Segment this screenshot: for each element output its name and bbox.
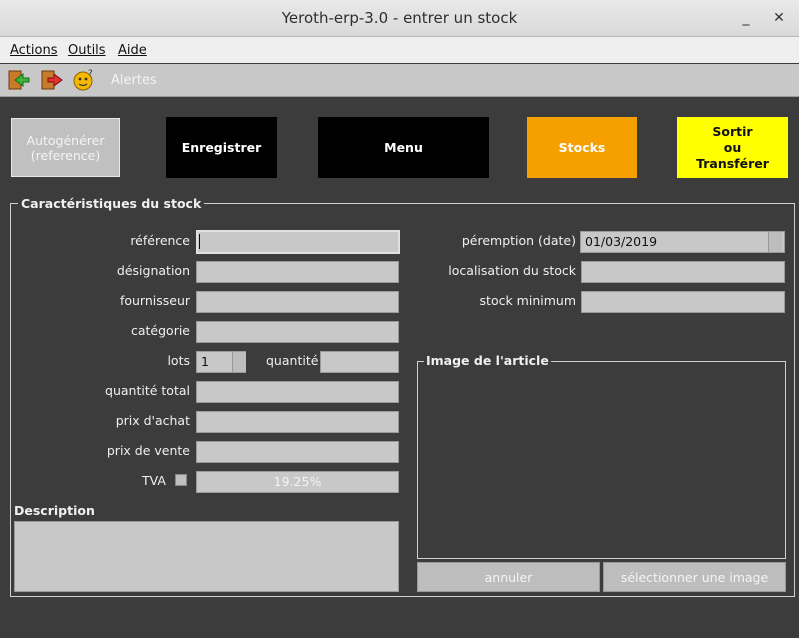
- cancel-image-button[interactable]: annuler: [417, 562, 600, 592]
- reference-input[interactable]: [196, 230, 400, 254]
- reference-label: référence: [130, 233, 190, 248]
- stocks-button[interactable]: Stocks: [527, 117, 637, 178]
- designation-label: désignation: [116, 263, 190, 278]
- sale-price-input[interactable]: [196, 441, 399, 463]
- group-title: Caractéristiques du stock: [18, 196, 205, 211]
- alert-smiley-icon[interactable]: ?: [72, 68, 96, 92]
- menu-outils[interactable]: Outils: [68, 43, 106, 58]
- sale-price-label: prix de vente: [106, 443, 190, 458]
- tva-rate-display: 19.25%: [196, 471, 399, 493]
- expiry-date-label: péremption (date): [461, 233, 576, 248]
- alerts-label: Alertes: [111, 73, 157, 88]
- supplier-input[interactable]: [196, 291, 399, 313]
- save-button[interactable]: Enregistrer: [166, 117, 277, 178]
- total-quantity-input[interactable]: [196, 381, 399, 403]
- quantity-label: quantité: [266, 353, 319, 368]
- expiry-date-value: 01/03/2019: [585, 234, 658, 249]
- article-image-label: Image de l'article: [424, 353, 551, 368]
- lots-label: lots: [167, 353, 190, 368]
- description-textarea[interactable]: [14, 521, 399, 592]
- stock-location-label: localisation du stock: [448, 263, 576, 278]
- menu-button[interactable]: Menu: [318, 117, 489, 178]
- svg-text:?: ?: [88, 69, 93, 79]
- close-button[interactable]: ✕: [770, 9, 788, 27]
- purchase-price-label: prix d'achat: [115, 413, 190, 428]
- menu-aide[interactable]: Aide: [118, 43, 147, 58]
- window-title: Yeroth-erp-3.0 - entrer un stock: [281, 9, 518, 27]
- menu-actions[interactable]: Actions: [10, 43, 58, 58]
- select-image-button[interactable]: sélectionner une image: [603, 562, 786, 592]
- min-stock-label: stock minimum: [479, 293, 576, 308]
- min-stock-input[interactable]: [581, 291, 785, 313]
- article-image-frame: [417, 361, 786, 559]
- lots-value: 1: [201, 354, 209, 369]
- category-input[interactable]: [196, 321, 399, 343]
- toolbar: ? Alertes: [0, 64, 799, 97]
- supplier-label: fournisseur: [119, 293, 190, 308]
- tva-checkbox[interactable]: [175, 474, 187, 486]
- category-label: catégorie: [130, 323, 190, 338]
- total-quantity-label: quantité total: [105, 383, 190, 398]
- exit-door-icon[interactable]: [39, 68, 63, 92]
- designation-input[interactable]: [196, 261, 399, 283]
- purchase-price-input[interactable]: [196, 411, 399, 433]
- quantity-input[interactable]: [320, 351, 399, 373]
- stock-location-input[interactable]: [581, 261, 785, 283]
- description-label: Description: [14, 503, 95, 518]
- menu-bar: Actions Outils Aide: [0, 37, 799, 63]
- title-bar: Yeroth-erp-3.0 - entrer un stock _ ✕: [0, 0, 799, 37]
- enter-door-icon[interactable]: [6, 68, 30, 92]
- exit-transfer-button[interactable]: Sortir ou Transférer: [677, 117, 788, 178]
- autogenerate-reference-button[interactable]: Autogénérer (reference): [11, 118, 120, 177]
- expiry-date-input[interactable]: 01/03/2019: [580, 231, 785, 253]
- expiry-spin-up[interactable]: [768, 232, 782, 242]
- minimize-button[interactable]: _: [737, 9, 755, 27]
- text-cursor: [199, 234, 200, 249]
- lots-spin-down[interactable]: [232, 362, 246, 372]
- lots-spin-up[interactable]: [232, 352, 246, 362]
- expiry-spin-down[interactable]: [768, 242, 782, 252]
- tva-label: TVA: [142, 473, 166, 488]
